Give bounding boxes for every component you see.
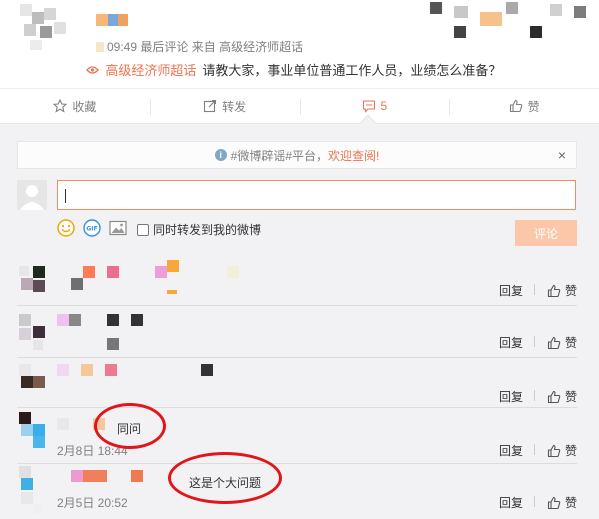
- thumbs-up-icon: [547, 284, 561, 297]
- comment-item: 这是个大问题 2月5日 20:52 回复 赞: [17, 464, 577, 519]
- thumbs-up-icon: [547, 390, 561, 403]
- comment-item: 回复 赞: [17, 358, 577, 408]
- favorite-button[interactable]: 收藏: [0, 89, 150, 123]
- comment-username[interactable]: [57, 312, 177, 352]
- comment-like-label: 赞: [564, 284, 577, 298]
- comment-avatar[interactable]: [17, 264, 47, 294]
- super-topic-icon: [86, 64, 102, 78]
- reply-button[interactable]: 回复: [499, 494, 535, 511]
- reply-button[interactable]: 回复: [499, 388, 535, 405]
- repost-checkbox[interactable]: 同时转发到我的微博: [137, 221, 261, 238]
- comment-like-label: 赞: [564, 336, 577, 350]
- star-icon: [53, 99, 68, 113]
- post-last-comment: 最后评论: [140, 40, 189, 54]
- comment-count: 5: [380, 99, 388, 113]
- comment-time: 2月5日 20:52: [57, 496, 128, 510]
- image-icon[interactable]: [109, 220, 127, 239]
- comment-username[interactable]: [57, 362, 217, 382]
- close-icon[interactable]: ×: [558, 147, 566, 163]
- favorite-label: 收藏: [72, 99, 97, 114]
- like-button[interactable]: 赞: [449, 89, 599, 123]
- comment-like-label: 赞: [564, 444, 577, 458]
- gif-icon[interactable]: GIF: [83, 219, 101, 240]
- notice-text: #微博辟谣#平台，: [230, 148, 328, 163]
- like-label: 赞: [527, 99, 540, 114]
- post-text: 请教大家，事业单位普通工作人员，业绩怎么准备？: [202, 63, 502, 78]
- comment-like-label: 赞: [564, 390, 577, 404]
- svg-text:GIF: GIF: [86, 226, 97, 233]
- post-action-bar: 收藏 转发 5 赞: [0, 88, 599, 124]
- comment-like-button[interactable]: 赞: [547, 442, 577, 459]
- thumbs-up-icon: [547, 444, 561, 457]
- text-cursor: [65, 189, 66, 203]
- repost-label: 转发: [222, 99, 247, 114]
- post-header-right: [430, 2, 590, 42]
- emoji-icon[interactable]: [57, 219, 75, 240]
- badge-icon: [96, 42, 104, 52]
- reply-button[interactable]: 回复: [499, 442, 535, 459]
- comment-button[interactable]: 5: [299, 89, 450, 123]
- thumbs-up-icon: [547, 336, 561, 349]
- comment-username[interactable]: [67, 260, 247, 300]
- comment-like-button[interactable]: 赞: [547, 494, 577, 511]
- submit-comment-button[interactable]: 评论: [515, 220, 577, 246]
- comment-username[interactable]: [57, 468, 157, 488]
- composer-toolbar: GIF 同时转发到我的微博: [57, 219, 261, 240]
- comment-avatar[interactable]: [17, 464, 47, 514]
- comment-avatar[interactable]: [17, 410, 47, 450]
- notice-link[interactable]: 欢迎查阅!: [328, 147, 379, 164]
- comment-input-box[interactable]: [57, 180, 576, 210]
- my-avatar: [17, 180, 47, 210]
- comment-like-button[interactable]: 赞: [547, 334, 577, 351]
- comment-item: 回复 赞: [17, 306, 577, 358]
- comment-icon: [362, 100, 375, 113]
- comment-avatar[interactable]: [17, 312, 47, 352]
- checkbox-box[interactable]: [137, 223, 149, 236]
- post-source-prefix: 来自: [191, 40, 216, 54]
- comment-avatar[interactable]: [17, 362, 47, 398]
- super-topic-link[interactable]: 高级经济师超话: [105, 63, 196, 78]
- comment-input[interactable]: [58, 181, 575, 209]
- comment-like-button[interactable]: 赞: [547, 388, 577, 405]
- post-source[interactable]: 高级经济师超话: [219, 40, 303, 54]
- annotation-circle: [168, 452, 282, 504]
- reply-button[interactable]: 回复: [499, 282, 535, 299]
- comment-item: 回复 赞: [17, 256, 577, 306]
- repost-button[interactable]: 转发: [149, 89, 300, 123]
- thumbs-up-icon: [509, 99, 522, 113]
- reply-button[interactable]: 回复: [499, 334, 535, 351]
- info-icon: i: [214, 149, 227, 161]
- post-card: 09:49 最后评论 来自 高级经济师超话 高级经济师超话 请教大家，事业单位普通…: [0, 0, 599, 88]
- post-avatar[interactable]: [20, 4, 70, 54]
- repost-icon: [204, 99, 217, 113]
- post-snippet: 高级经济师超话 请教大家，事业单位普通工作人员，业绩怎么准备？: [86, 60, 501, 79]
- annotation-circle: [94, 403, 166, 449]
- rumor-notice: i #微博辟谣#平台， 欢迎查阅! ×: [17, 141, 577, 169]
- post-meta: 09:49 最后评论 来自 高级经济师超话: [96, 38, 303, 55]
- post-time[interactable]: 09:49: [107, 40, 137, 54]
- thumbs-up-icon: [547, 496, 561, 509]
- post-username[interactable]: [96, 14, 132, 26]
- comment-like-button[interactable]: 赞: [547, 282, 577, 299]
- repost-option-label: 同时转发到我的微博: [153, 223, 262, 237]
- comment-like-label: 赞: [564, 496, 577, 510]
